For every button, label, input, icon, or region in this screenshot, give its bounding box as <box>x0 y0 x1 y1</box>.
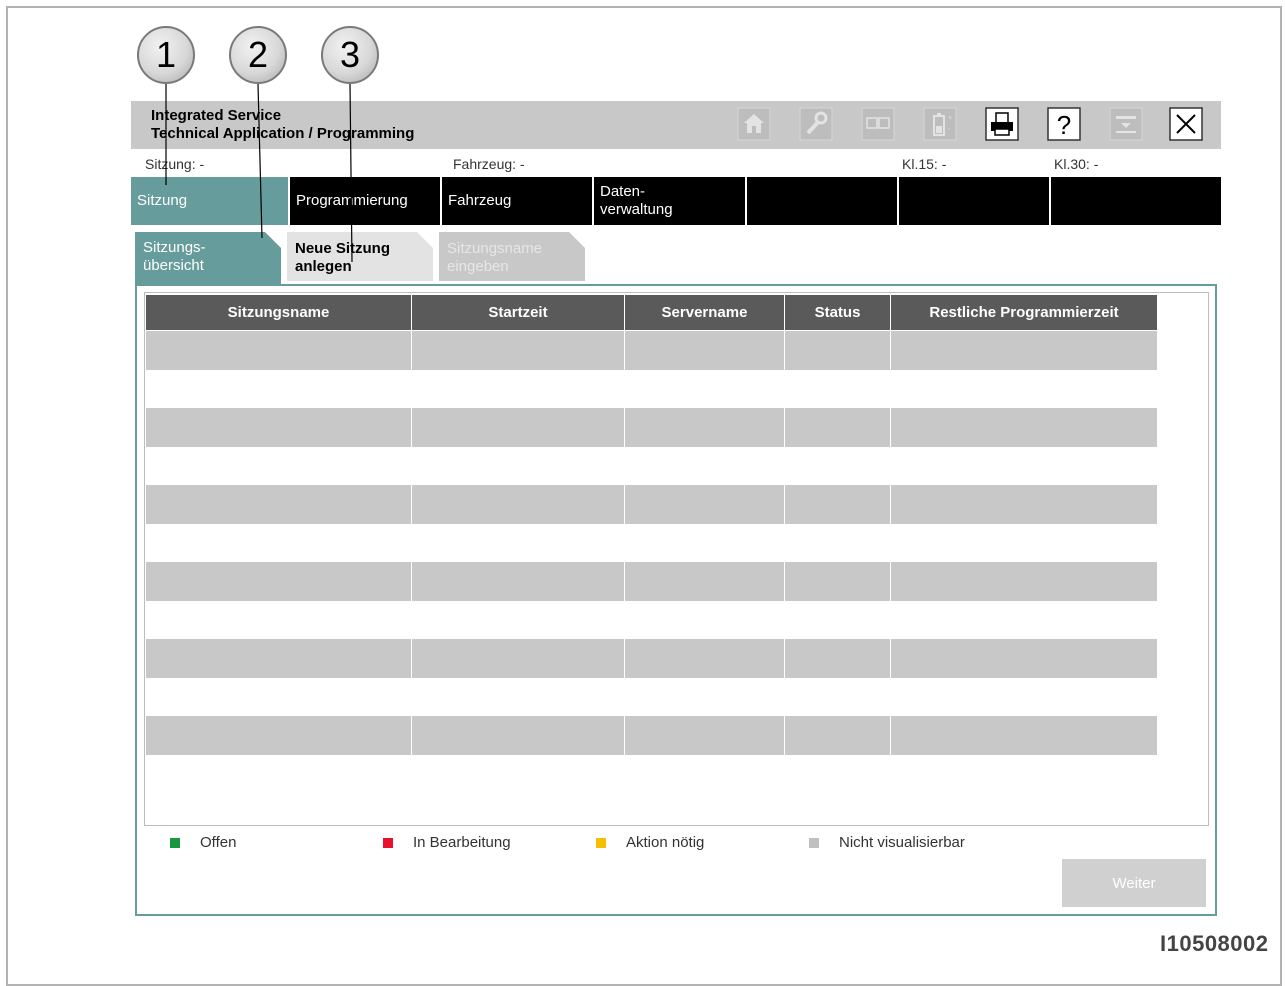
callout-leader-lines <box>165 83 353 263</box>
image-reference-id: I10508002 <box>1160 931 1269 956</box>
